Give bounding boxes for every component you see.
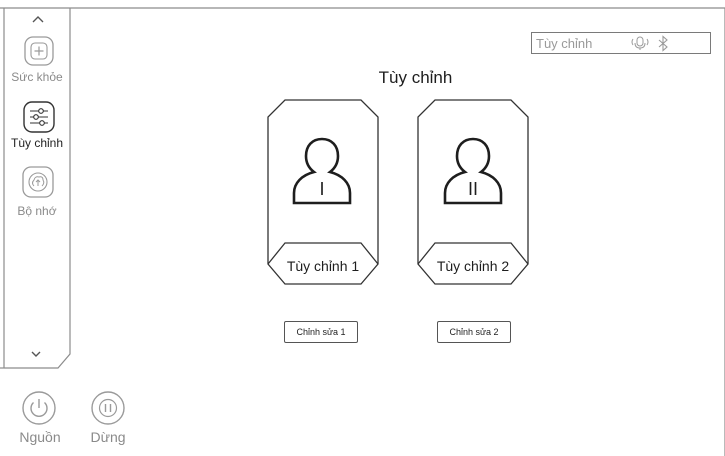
page-title: Tùy chỉnh xyxy=(378,68,453,87)
status-mode-text: Tùy chỉnh xyxy=(536,36,593,51)
power-icon xyxy=(22,391,56,425)
bluetooth-icon xyxy=(658,35,668,52)
profile-numeral-2: II xyxy=(468,179,478,199)
memory-icon xyxy=(22,166,54,198)
edit-profile-2-button[interactable]: Chỉnh sửa 2 xyxy=(437,321,511,343)
power-label: Nguồn xyxy=(19,429,61,445)
profile-label-1: Tùy chỉnh 1 xyxy=(286,258,360,274)
profile-numeral-1: I xyxy=(319,179,324,199)
sidebar-item-memory-label: Bộ nhớ xyxy=(17,204,57,218)
svg-text:I: I xyxy=(319,179,324,199)
sidebar-item-custom-label: Tùy chỉnh xyxy=(10,136,64,150)
health-plus-icon xyxy=(24,36,54,66)
status-bar: Tùy chỉnh xyxy=(531,32,711,54)
sliders-icon xyxy=(23,101,55,133)
chevron-down-icon[interactable] xyxy=(28,348,44,360)
microphone-icon xyxy=(631,36,649,50)
pause-label: Dừng xyxy=(90,429,126,445)
pause-icon xyxy=(91,391,125,425)
profile-label-2: Tùy chỉnh 2 xyxy=(436,258,510,274)
svg-text:II: II xyxy=(468,179,478,199)
chevron-up-icon[interactable] xyxy=(30,14,46,26)
edit-profile-1-button[interactable]: Chỉnh sửa 1 xyxy=(284,321,358,343)
